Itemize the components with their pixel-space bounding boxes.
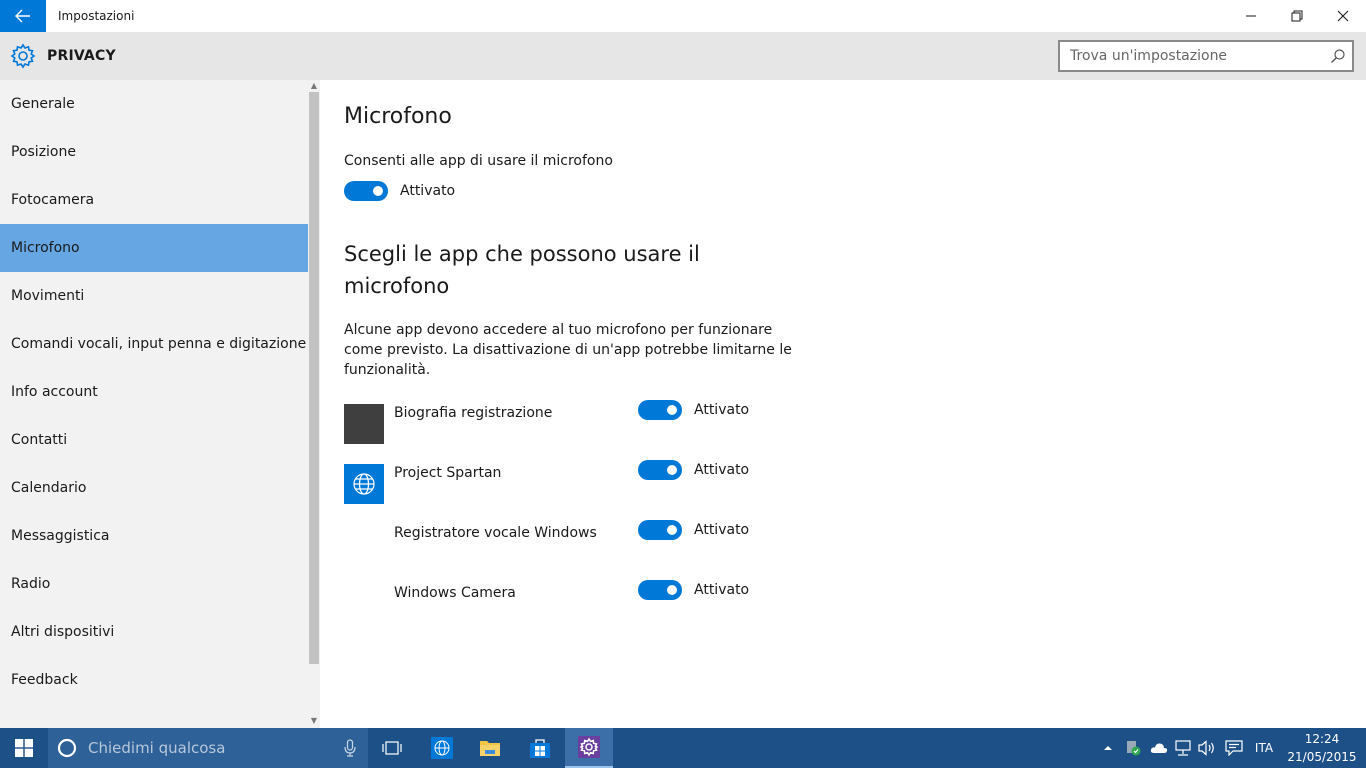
app-toggle-biografia[interactable] <box>638 400 682 420</box>
app-tile-project-spartan <box>344 464 384 504</box>
sidebar-item-radio[interactable]: Radio <box>0 560 308 608</box>
toggle-knob <box>667 465 677 475</box>
window-title: Impostazioni <box>58 9 135 23</box>
cortana-circle-icon <box>57 738 77 758</box>
globe-icon <box>431 737 453 759</box>
sidebar-item-microfono[interactable]: Microfono <box>0 224 308 272</box>
taskbar-settings-button[interactable] <box>565 728 613 768</box>
windows-logo-icon <box>15 739 33 757</box>
apps-section-description: Alcune app devono accedere al tuo microf… <box>344 322 792 378</box>
sidebar-item-contatti[interactable]: Contatti <box>0 416 308 464</box>
language-indicator[interactable]: ITA <box>1250 728 1278 768</box>
microphone-icon[interactable] <box>344 739 356 757</box>
taskbar: ITA 12:24 21/05/2015 <box>0 728 1366 768</box>
task-view-button[interactable] <box>368 728 416 768</box>
action-center-icon[interactable] <box>1222 728 1246 768</box>
app-toggle-project-spartan[interactable] <box>638 460 682 480</box>
store-bag-icon <box>530 739 550 758</box>
defender-shield-icon[interactable] <box>1122 728 1144 768</box>
back-button[interactable] <box>0 0 46 32</box>
taskbar-clock[interactable]: 12:24 21/05/2015 <box>1286 730 1358 766</box>
master-microphone-toggle[interactable] <box>344 181 388 201</box>
sidebar-item-posizione[interactable]: Posizione <box>0 128 308 176</box>
settings-header: PRIVACY <box>0 32 1366 80</box>
restore-button[interactable] <box>1274 0 1320 32</box>
gear-icon <box>578 736 600 758</box>
app-toggle-registratore-vocale[interactable] <box>638 520 682 540</box>
title-bar: Impostazioni <box>0 0 1366 32</box>
toggle-knob <box>667 525 677 535</box>
main-content: Microfono Consenti alle app di usare il … <box>320 80 1366 728</box>
app-name: Registratore vocale Windows <box>394 525 597 541</box>
sidebar-item-altri-dispositivi[interactable]: Altri dispositivi <box>0 608 308 656</box>
app-toggle-state: Attivato <box>694 402 750 418</box>
clock-date: 21/05/2015 <box>1287 750 1357 764</box>
app-tile-biografia <box>344 404 384 444</box>
app-name: Project Spartan <box>394 465 502 481</box>
toggle-knob <box>373 186 383 196</box>
apps-section-heading: Scegli le app che possono usare il micro… <box>344 242 700 298</box>
taskbar-store-button[interactable] <box>516 728 564 768</box>
app-toggle-state: Attivato <box>694 582 750 598</box>
sidebar-item-messaggistica[interactable]: Messaggistica <box>0 512 308 560</box>
restore-icon <box>1291 10 1303 22</box>
search-input[interactable] <box>1060 42 1322 70</box>
sidebar-item-info-account[interactable]: Info account <box>0 368 308 416</box>
task-view-icon <box>382 741 402 755</box>
master-toggle-label: Consenti alle app di usare il microfono <box>344 153 613 169</box>
volume-icon[interactable] <box>1196 728 1218 768</box>
show-hidden-icons-chevron-icon[interactable] <box>1100 728 1116 768</box>
arrow-left-icon <box>15 9 30 23</box>
sidebar-item-fotocamera[interactable]: Fotocamera <box>0 176 308 224</box>
start-button[interactable] <box>0 728 48 768</box>
close-icon <box>1337 10 1349 22</box>
clock-time: 12:24 <box>1304 732 1340 746</box>
sidebar-item-comandi-vocali[interactable]: Comandi vocali, input penna e digitazion… <box>0 320 308 368</box>
settings-search[interactable] <box>1058 40 1354 72</box>
sidebar-item-movimenti[interactable]: Movimenti <box>0 272 308 320</box>
cortana-search[interactable] <box>48 728 368 768</box>
cortana-search-input[interactable] <box>88 728 338 768</box>
app-toggle-windows-camera[interactable] <box>638 580 682 600</box>
onedrive-cloud-icon[interactable] <box>1148 728 1170 768</box>
folder-icon <box>480 741 500 756</box>
app-toggle-state: Attivato <box>694 522 750 538</box>
section-heading: Microfono <box>344 104 452 129</box>
toggle-knob <box>667 405 677 415</box>
sidebar-item-calendario[interactable]: Calendario <box>0 464 308 512</box>
globe-icon <box>353 473 375 495</box>
network-icon[interactable] <box>1172 728 1194 768</box>
master-toggle-state: Attivato <box>400 183 456 199</box>
sidebar-scrollbar[interactable]: ▲ ▼ <box>308 80 320 728</box>
scroll-down-arrow-icon[interactable]: ▼ <box>308 716 320 726</box>
sidebar: Generale Posizione Fotocamera Microfono … <box>0 80 320 728</box>
minimize-icon <box>1246 15 1256 17</box>
app-toggle-state: Attivato <box>694 462 750 478</box>
sidebar-item-feedback[interactable]: Feedback <box>0 656 308 704</box>
app-name: Biografia registrazione <box>394 405 553 421</box>
scroll-up-arrow-icon[interactable]: ▲ <box>308 81 320 91</box>
taskbar-spartan-button[interactable] <box>418 728 466 768</box>
search-icon[interactable] <box>1330 48 1346 64</box>
scroll-thumb[interactable] <box>309 92 319 664</box>
sidebar-item-generale[interactable]: Generale <box>0 80 308 128</box>
page-title: PRIVACY <box>47 48 116 64</box>
taskbar-file-explorer-button[interactable] <box>466 728 514 768</box>
app-name: Windows Camera <box>394 585 516 601</box>
gear-icon <box>10 43 36 69</box>
close-button[interactable] <box>1320 0 1366 32</box>
minimize-button[interactable] <box>1228 0 1274 32</box>
toggle-knob <box>667 585 677 595</box>
